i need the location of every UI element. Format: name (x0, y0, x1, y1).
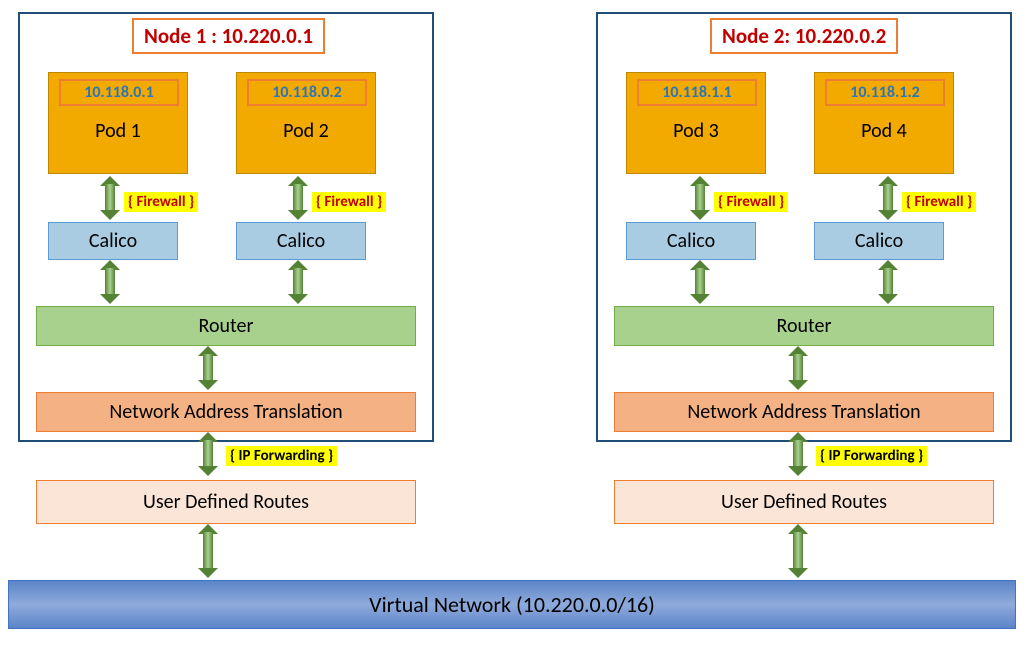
arrow-icon (690, 176, 710, 220)
node-2-title: Node 2: 10.220.0.2 (710, 18, 898, 54)
arrow-icon (198, 346, 218, 390)
node-1-router: Router (36, 306, 416, 346)
node-1-pod-2-ip: 10.118.0.2 (247, 79, 367, 106)
node-1-pod-1-label: Pod 1 (49, 119, 187, 143)
node-1-nat: Network Address Translation (36, 392, 416, 432)
arrow-icon (690, 260, 710, 304)
node-1-calico-1: Calico (48, 222, 178, 260)
arrow-icon (878, 260, 898, 304)
node-2-pod-4-ip: 10.118.1.2 (825, 79, 945, 106)
arrow-icon (788, 346, 808, 390)
node-1-firewall-1: { Firewall } (124, 192, 198, 212)
node-2-pod-3-ip: 10.118.1.1 (637, 79, 757, 106)
node-2-firewall-2: { Firewall } (902, 192, 976, 212)
node-1-pod-1-ip: 10.118.0.1 (59, 79, 179, 106)
node-2-ipfwd: { IP Forwarding } (816, 446, 927, 466)
node-2-pod-4: 10.118.1.2 Pod 4 (814, 72, 954, 174)
arrow-icon (788, 432, 808, 476)
node-2-firewall-1: { Firewall } (714, 192, 788, 212)
node-1-pod-2-label: Pod 2 (237, 119, 375, 143)
node-2-pod-4-label: Pod 4 (815, 119, 953, 143)
node-2-udr: User Defined Routes (614, 480, 994, 524)
node-1-ipfwd: { IP Forwarding } (226, 446, 337, 466)
arrow-icon (288, 260, 308, 304)
node-1-title: Node 1 : 10.220.0.1 (132, 18, 325, 54)
arrow-icon (198, 524, 218, 578)
node-2-calico-2: Calico (814, 222, 944, 260)
arrow-icon (198, 432, 218, 476)
node-1-calico-2: Calico (236, 222, 366, 260)
node-1-pod-1: 10.118.0.1 Pod 1 (48, 72, 188, 174)
node-1-udr: User Defined Routes (36, 480, 416, 524)
node-2-router: Router (614, 306, 994, 346)
arrow-icon (878, 176, 898, 220)
node-2-nat: Network Address Translation (614, 392, 994, 432)
node-1-firewall-2: { Firewall } (312, 192, 386, 212)
arrow-icon (288, 176, 308, 220)
node-2-calico-1: Calico (626, 222, 756, 260)
virtual-network: Virtual Network (10.220.0.0/16) (8, 580, 1016, 629)
arrow-icon (788, 524, 808, 578)
node-1-pod-2: 10.118.0.2 Pod 2 (236, 72, 376, 174)
arrow-icon (100, 176, 120, 220)
node-2-pod-3-label: Pod 3 (627, 119, 765, 143)
arrow-icon (100, 260, 120, 304)
node-2-pod-3: 10.118.1.1 Pod 3 (626, 72, 766, 174)
